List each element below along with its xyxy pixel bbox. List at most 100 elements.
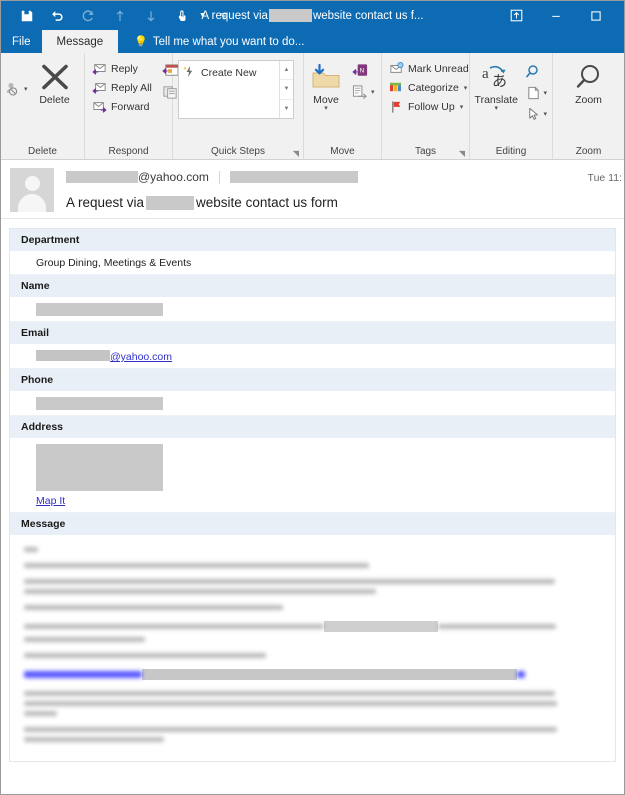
reply-all-button[interactable]: Reply All — [89, 78, 156, 97]
body-line — [24, 701, 557, 706]
reply-button[interactable]: Reply — [89, 59, 156, 78]
rules-button[interactable]: ▾ — [350, 81, 377, 102]
delete-button-label: Delete — [39, 94, 70, 106]
mark-unread-label: Mark Unread — [408, 62, 469, 75]
save-icon[interactable] — [11, 3, 42, 28]
ignore-button[interactable]: ▾ — [3, 78, 30, 99]
maximize-icon[interactable] — [576, 2, 616, 29]
undo-icon[interactable] — [42, 3, 73, 28]
redo-icon[interactable] — [73, 3, 104, 28]
categorize-button[interactable]: Categorize ▾ — [386, 78, 473, 97]
body-url-link[interactable] — [24, 671, 142, 678]
minimize-icon[interactable] — [536, 2, 576, 29]
ribbon-group-label-move: Move — [330, 146, 355, 157]
translate-button[interactable]: a あ Translate ▾ — [470, 56, 522, 112]
quick-steps-scrollbar[interactable]: ▲ ▼ ▼ — [279, 61, 293, 118]
move-button[interactable]: Move ▾ — [304, 56, 348, 112]
window-title-suffix: website contact us f... — [312, 9, 424, 22]
find-button[interactable] — [524, 61, 549, 82]
body-paragraph — [24, 621, 601, 642]
ribbon-group-delete: ▾ Delete Delete — [1, 53, 85, 159]
ribbon: ▾ Delete Delete Reply Reply All Forward … — [1, 53, 624, 160]
follow-up-button[interactable]: Follow Up ▾ — [386, 97, 473, 116]
forward-button[interactable]: Forward — [89, 97, 156, 116]
message-body-scroll[interactable]: Department Group Dining, Meetings & Even… — [1, 219, 624, 794]
body-line — [24, 637, 145, 642]
received-timestamp: Tue 11: — [587, 172, 622, 184]
body-line — [438, 624, 556, 629]
body-line — [24, 711, 57, 716]
zoom-button-label: Zoom — [575, 94, 602, 106]
body-line — [24, 579, 555, 584]
tags-label-text: Tags — [414, 146, 437, 157]
tell-me-label: Tell me what you want to do... — [152, 35, 305, 48]
reply-icon — [91, 61, 107, 77]
phone-redaction — [36, 397, 163, 410]
categorize-chevron-down-icon: ▾ — [463, 84, 468, 92]
body-line — [24, 563, 369, 568]
header-divider — [218, 170, 220, 184]
body-line — [24, 727, 557, 732]
body-url-link-tail[interactable] — [517, 671, 525, 678]
zoom-button[interactable]: Zoom — [567, 56, 611, 106]
window-controls — [496, 2, 624, 29]
tell-me-search[interactable]: 💡 Tell me what you want to do... — [118, 30, 304, 53]
svg-text:あ: あ — [492, 73, 507, 90]
quick-steps-gallery[interactable]: Create New ▲ ▼ ▼ — [178, 60, 294, 119]
avatar — [10, 168, 54, 212]
tags-dialog-launcher-icon[interactable]: ◥ — [459, 149, 465, 158]
customize-qat-icon[interactable] — [208, 3, 239, 28]
reply-label: Reply — [111, 62, 138, 75]
mark-unread-icon — [388, 61, 404, 77]
field-label-address: Address — [10, 416, 615, 439]
field-label-email: Email — [10, 322, 615, 345]
subject-suffix: website contact us form — [196, 195, 338, 210]
ribbon-group-label-zoom: Zoom — [575, 146, 602, 157]
message-body-blurred — [9, 535, 616, 762]
body-paragraph — [24, 653, 601, 658]
previous-item-icon[interactable] — [104, 3, 135, 28]
touch-mouse-mode-icon[interactable] — [166, 3, 197, 28]
mark-unread-button[interactable]: Mark Unread — [386, 59, 473, 78]
window-title-redaction — [268, 9, 312, 22]
quick-access-toolbar: ▼ — [1, 3, 239, 28]
field-label-name: Name — [10, 275, 615, 298]
ribbon-group-label-editing: Editing — [495, 146, 527, 157]
next-item-icon[interactable] — [135, 3, 166, 28]
rules-chevron-down-icon: ▾ — [371, 88, 375, 96]
quick-step-create-new[interactable]: Create New — [183, 64, 279, 81]
tab-file[interactable]: File — [1, 30, 42, 53]
delete-x-icon — [40, 60, 70, 94]
field-label-department: Department — [10, 229, 615, 252]
delete-button[interactable]: Delete — [33, 56, 77, 106]
avatar-body-shape — [18, 194, 46, 212]
email-local-part-redaction — [36, 350, 110, 361]
select-button[interactable]: ▾ — [524, 103, 549, 124]
onenote-button[interactable]: N — [350, 60, 377, 81]
field-value-email: @yahoo.com — [10, 345, 615, 369]
body-link-row[interactable] — [24, 669, 601, 680]
quick-steps-label-text: Quick Steps — [211, 146, 265, 157]
map-it-link[interactable]: Map It — [36, 495, 65, 507]
from-line: @yahoo.com — [66, 168, 615, 186]
body-line — [24, 624, 324, 629]
touch-mode-chevron-down-icon[interactable]: ▼ — [197, 3, 208, 28]
pop-out-icon[interactable] — [496, 2, 536, 29]
lightbulb-icon: 💡 — [134, 36, 148, 48]
reply-all-label: Reply All — [111, 81, 152, 94]
quick-steps-expand-icon[interactable]: ▼ — [280, 100, 293, 118]
body-paragraph — [24, 605, 601, 610]
related-button[interactable]: ▾ — [524, 82, 549, 103]
body-inline-redaction — [324, 621, 438, 632]
tab-message[interactable]: Message — [41, 30, 119, 53]
recipient-redaction — [229, 171, 358, 183]
email-link[interactable]: @yahoo.com — [36, 350, 172, 363]
ribbon-group-quick-steps: Create New ▲ ▼ ▼ Quick Steps ◥ — [173, 53, 304, 159]
quick-steps-dialog-launcher-icon[interactable]: ◥ — [293, 149, 299, 158]
scroll-up-icon[interactable]: ▲ — [280, 61, 293, 81]
svg-text:a: a — [482, 66, 489, 82]
follow-up-chevron-down-icon: ▾ — [459, 103, 464, 111]
ribbon-group-zoom: Zoom Zoom — [553, 53, 624, 159]
scroll-down-icon[interactable]: ▼ — [280, 80, 293, 100]
field-value-address: Map It — [10, 439, 615, 513]
